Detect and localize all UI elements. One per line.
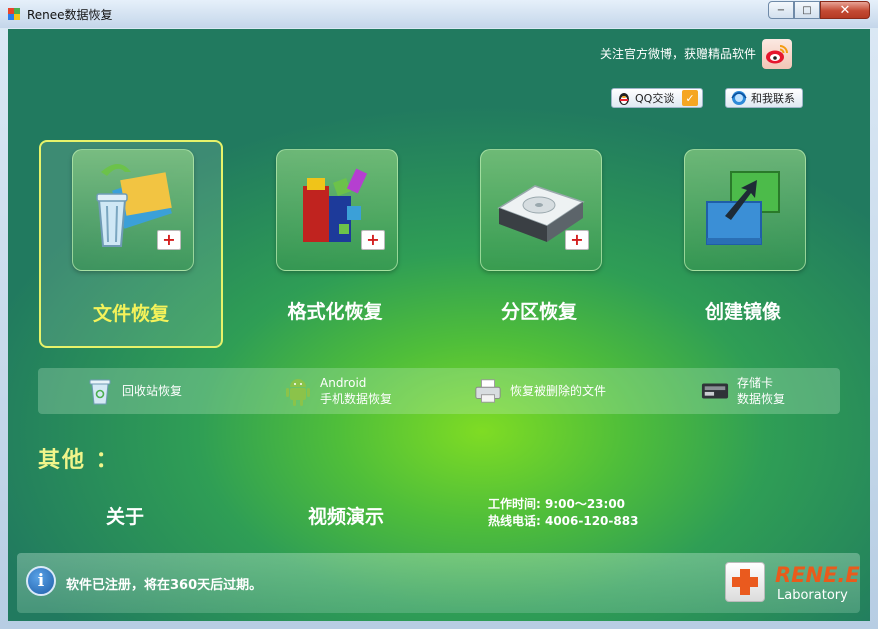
disk-image-copy-icon bbox=[706, 171, 780, 245]
feature-label: 文件恢复 bbox=[92, 303, 169, 325]
printer-doc-icon bbox=[474, 376, 502, 406]
contact-us-button[interactable]: 和我联系 bbox=[725, 88, 803, 108]
others-heading: 其他 ： bbox=[38, 448, 120, 473]
quick-item-line2: 手机数据恢复 bbox=[320, 392, 393, 406]
logo-name: RENE.E bbox=[775, 563, 860, 587]
about-link[interactable]: 关于 bbox=[106, 502, 144, 529]
contact-icon bbox=[731, 91, 747, 105]
qq-chat-label: QQ交谈 bbox=[635, 92, 675, 105]
logo-subtitle: Laboratory bbox=[777, 588, 848, 603]
info-icon: i bbox=[26, 566, 56, 596]
recycle-bin-icon bbox=[86, 376, 114, 406]
feature-tile: + bbox=[72, 149, 194, 271]
quick-item-label: Android 手机数据恢复 bbox=[320, 375, 392, 407]
app-window: Renee数据恢复 − □ ✕ 关注官方微博，获赠精品软件 QQ交谈 ✓ 和我联… bbox=[0, 0, 878, 629]
card-reader-icon bbox=[701, 376, 729, 406]
quick-item-deleted-files[interactable]: 恢复被删除的文件 bbox=[474, 368, 606, 414]
medical-plus-icon: + bbox=[361, 230, 385, 250]
feature-label: 分区恢复 bbox=[500, 301, 577, 323]
feature-file-recovery[interactable]: + 文件恢复 bbox=[39, 140, 223, 348]
contact-us-label: 和我联系 bbox=[751, 92, 795, 105]
feature-create-image[interactable]: 创建镜像 bbox=[651, 140, 835, 348]
video-demo-link[interactable]: 视频演示 bbox=[308, 502, 384, 529]
feature-partition-recovery[interactable]: + 分区恢复 bbox=[447, 140, 631, 348]
recycle-bin-folders-icon bbox=[96, 164, 172, 247]
medical-plus-icon: + bbox=[157, 230, 181, 250]
shield-check-icon: ✓ bbox=[682, 90, 698, 106]
quick-item-line1: 存储卡 bbox=[737, 376, 774, 390]
working-hours: 工作时间: 9:00～23:00 bbox=[488, 497, 626, 511]
qq-chat-button[interactable]: QQ交谈 ✓ bbox=[611, 88, 703, 108]
quick-item-line1: Android bbox=[320, 376, 367, 390]
quick-item-android[interactable]: Android 手机数据恢复 bbox=[284, 368, 392, 414]
window-title: Renee数据恢复 bbox=[27, 8, 113, 22]
feature-label: 格式化恢复 bbox=[287, 301, 383, 323]
quick-access-bar: 回收站恢复 Android 手机数据恢复 恢复被删除的文件 存储卡 数据恢复 bbox=[38, 368, 840, 414]
app-icon bbox=[8, 8, 20, 20]
quick-item-label: 回收站恢复 bbox=[122, 384, 183, 398]
main-panel: 关注官方微博，获赠精品软件 QQ交谈 ✓ 和我联系 + 文件恢复 + 格式化恢复… bbox=[8, 29, 870, 621]
quick-item-recycle-bin[interactable]: 回收站恢复 bbox=[86, 368, 182, 414]
hotline: 热线电话: 4006-120-883 bbox=[488, 514, 639, 528]
feature-tile bbox=[684, 149, 806, 271]
status-bar: i 软件已注册，将在360天后过期。 RENE.E Laboratory bbox=[17, 553, 860, 613]
support-info: 工作时间: 9:00～23:00 热线电话: 4006-120-883 bbox=[488, 496, 638, 530]
weibo-follow-text[interactable]: 关注官方微博，获赠精品软件 bbox=[600, 45, 756, 62]
medical-plus-icon: + bbox=[565, 230, 589, 250]
company-logo[interactable]: RENE.E Laboratory bbox=[725, 559, 860, 607]
title-bar[interactable]: Renee数据恢复 − □ ✕ bbox=[0, 0, 878, 28]
minimize-button[interactable]: − bbox=[768, 1, 794, 19]
maximize-button[interactable]: □ bbox=[794, 1, 820, 19]
feature-label: 创建镜像 bbox=[704, 301, 781, 323]
feature-format-recovery[interactable]: + 格式化恢复 bbox=[243, 140, 427, 348]
registration-status: 软件已注册，将在360天后过期。 bbox=[66, 578, 263, 593]
qq-penguin-icon bbox=[619, 93, 629, 105]
quick-item-line2: 数据恢复 bbox=[737, 392, 786, 406]
close-button[interactable]: ✕ bbox=[820, 1, 870, 19]
feature-tile: + bbox=[276, 149, 398, 271]
quick-item-memory-card[interactable]: 存储卡 数据恢复 bbox=[701, 368, 785, 414]
android-icon bbox=[284, 376, 312, 406]
quick-item-label: 恢复被删除的文件 bbox=[510, 384, 607, 398]
logo-plus-icon bbox=[725, 562, 765, 602]
quick-item-label: 存储卡 数据恢复 bbox=[737, 375, 785, 407]
hard-drive-icon bbox=[497, 185, 585, 242]
weibo-icon[interactable] bbox=[762, 39, 792, 69]
feature-tile: + bbox=[480, 149, 602, 271]
colored-blocks-icon bbox=[303, 168, 368, 242]
